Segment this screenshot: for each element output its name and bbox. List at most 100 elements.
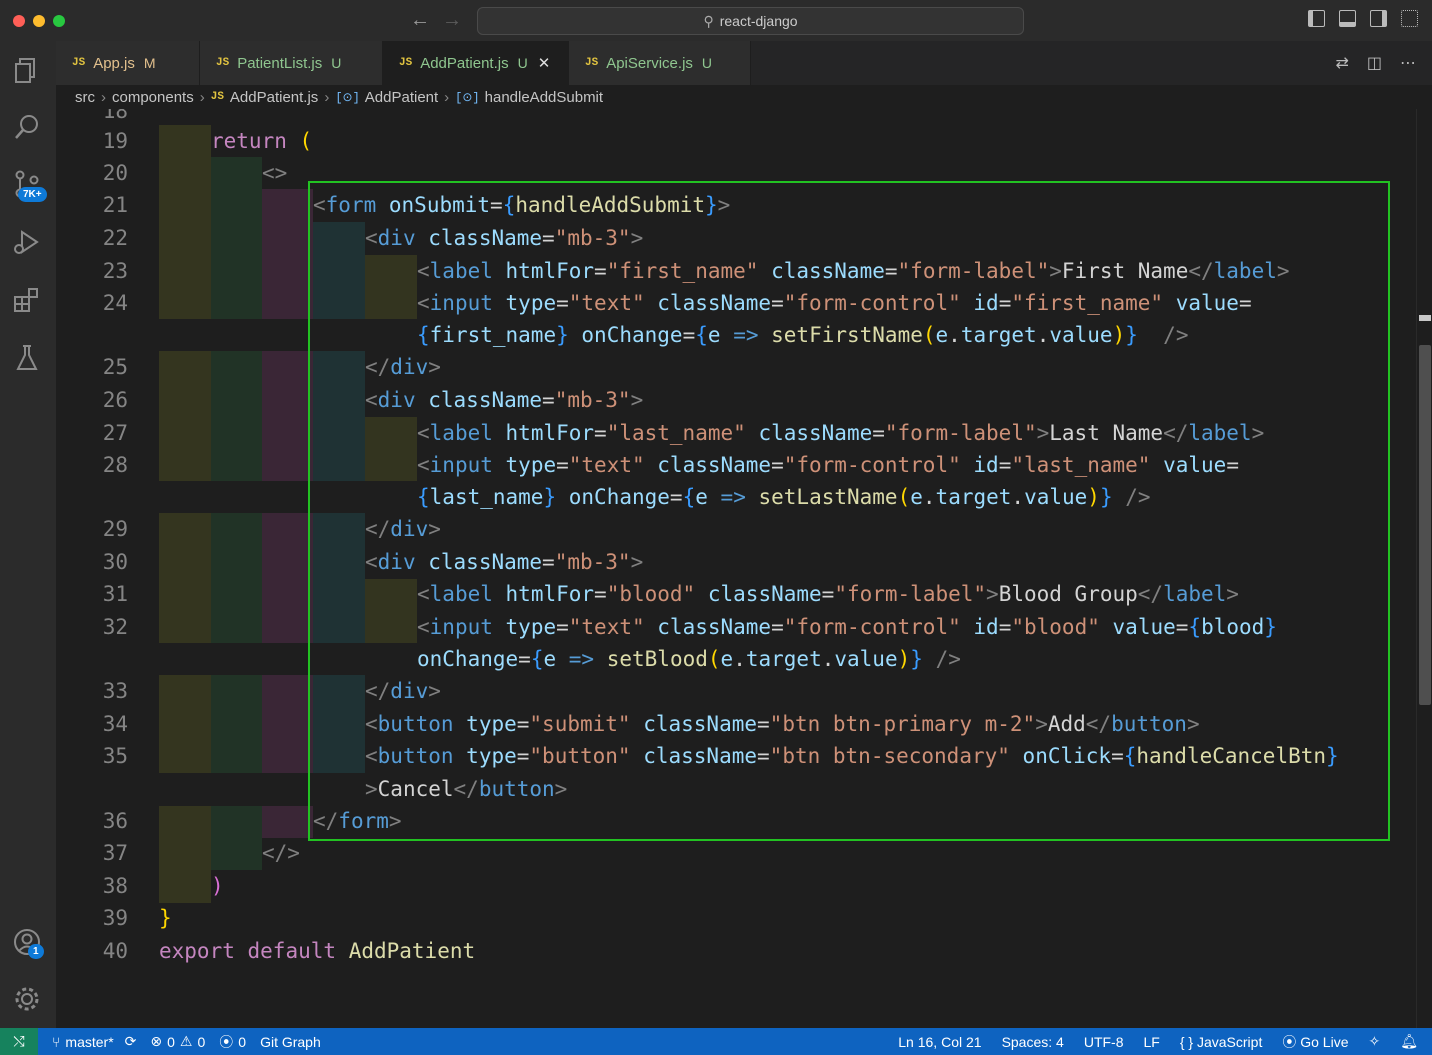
toggle-primary-sidebar-icon[interactable] <box>1308 10 1325 27</box>
chevron-right-icon: › <box>101 88 106 106</box>
tab-patientlist-js[interactable]: JS PatientList.js U <box>200 41 383 85</box>
git-graph-button[interactable]: Git Graph <box>260 1034 321 1050</box>
tab-untracked-flag: U <box>331 55 342 71</box>
line-number: 38 <box>102 874 128 898</box>
symbol-variable-icon: [⊙] <box>335 90 360 105</box>
line-number: 26 <box>102 388 128 412</box>
go-live-label: Go Live <box>1300 1033 1349 1050</box>
line-number: 25 <box>102 355 128 379</box>
indent-guide-band <box>262 189 313 838</box>
breadcrumb-item[interactable]: AddPatient <box>365 89 438 106</box>
indent-guide-band <box>211 157 262 870</box>
more-actions-icon[interactable]: ⋯ <box>1400 53 1416 73</box>
line-number: 34 <box>102 712 128 736</box>
tab-app-js[interactable]: JS App.js M <box>56 41 200 85</box>
vertical-scrollbar[interactable] <box>1416 109 1432 1028</box>
line-number: 27 <box>102 421 128 445</box>
copilot-icon[interactable]: ✧ <box>1368 1033 1380 1050</box>
compare-changes-icon[interactable]: ⇄ <box>1335 53 1348 73</box>
tab-apiservice-js[interactable]: JS ApiService.js U <box>569 41 751 85</box>
explorer-icon[interactable] <box>12 55 42 85</box>
editor-tabs: JS App.js M JS PatientList.js U JS AddPa… <box>56 41 1432 85</box>
line-number: 24 <box>102 291 128 315</box>
cursor-position[interactable]: Ln 16, Col 21 <box>898 1034 981 1050</box>
line-number: 20 <box>102 161 128 185</box>
git-branch-icon: ⑂ <box>52 1033 61 1050</box>
scrollbar-thumb[interactable] <box>1419 345 1431 705</box>
code-line: export default AddPatient <box>159 939 476 963</box>
line-number: 22 <box>102 226 128 250</box>
error-icon: ⊗ <box>150 1033 163 1049</box>
source-control-icon[interactable]: 7K+ <box>12 169 47 202</box>
split-editor-icon[interactable]: ◫ <box>1367 53 1382 73</box>
code-editor[interactable]: 18 19 20 21 22 23 24 25 26 27 28 29 30 31 32 33 34 35 36 3… <box>56 109 1416 1028</box>
minimize-window-button[interactable] <box>33 15 45 27</box>
problems-indicator[interactable]: ⊗ 0 ⚠ 0 <box>150 1033 205 1050</box>
back-arrow-icon[interactable]: ← <box>410 9 430 32</box>
tab-untracked-flag: U <box>517 55 528 71</box>
breadcrumb-item[interactable]: AddPatient.js <box>230 89 318 106</box>
javascript-file-icon: JS <box>585 57 599 69</box>
code-line: <> <box>262 161 288 185</box>
tab-label: PatientList.js <box>237 54 323 72</box>
forward-arrow-icon[interactable]: → <box>442 9 462 32</box>
status-right-group: Ln 16, Col 21 Spaces: 4 UTF-8 LF { } Jav… <box>898 1028 1418 1055</box>
warning-icon: ⚠ <box>179 1033 193 1049</box>
line-number <box>56 643 128 675</box>
tab-addpatient-js[interactable]: JS AddPatient.js U ✕ <box>383 41 569 85</box>
warning-count: 0 <box>197 1033 206 1050</box>
breadcrumb-item[interactable]: components <box>112 89 194 106</box>
line-number <box>56 773 128 805</box>
testing-icon[interactable] <box>12 343 42 373</box>
close-window-button[interactable] <box>13 15 25 27</box>
line-number: 21 <box>102 193 128 217</box>
run-debug-icon[interactable] <box>12 227 42 257</box>
toggle-panel-icon[interactable] <box>1339 10 1356 27</box>
javascript-file-icon: JS <box>210 91 224 103</box>
accounts-badge: 1 <box>28 944 44 959</box>
javascript-file-icon: JS <box>399 57 413 69</box>
customize-layout-icon[interactable] <box>1401 10 1418 27</box>
toggle-secondary-sidebar-icon[interactable] <box>1370 10 1387 27</box>
go-live-button[interactable]: ⦿ Go Live <box>1282 1032 1348 1052</box>
accounts-icon[interactable]: 1 <box>12 927 44 959</box>
tab-label: ApiService.js <box>606 54 693 72</box>
status-bar: ⤭ ⑂ master* ⟳ ⊗ 0 ⚠ 0 ⦿ 0 Git Graph Ln 1… <box>0 1028 1432 1055</box>
extensions-icon[interactable] <box>12 285 42 315</box>
breadcrumb-item[interactable]: handleAddSubmit <box>485 89 603 106</box>
maximize-window-button[interactable] <box>53 15 65 27</box>
layout-controls <box>1308 10 1418 27</box>
encoding-setting[interactable]: UTF-8 <box>1084 1034 1124 1050</box>
code-line: </> <box>262 841 300 865</box>
sync-icon: ⟳ <box>124 1033 137 1049</box>
chevron-right-icon: › <box>324 88 330 106</box>
language-mode[interactable]: { } JavaScript <box>1180 1034 1263 1050</box>
breadcrumb: src › components › JS AddPatient.js › [⊙… <box>56 85 1432 109</box>
chevron-right-icon: › <box>199 88 205 106</box>
git-graph-label: Git Graph <box>260 1033 321 1050</box>
branch-name: master* <box>65 1033 114 1050</box>
tab-label: AddPatient.js <box>420 54 509 72</box>
command-center-search[interactable]: ⚲ react-django <box>477 7 1024 35</box>
line-number: 37 <box>102 841 128 865</box>
remote-indicator-icon[interactable]: ⤭ <box>0 1028 38 1055</box>
activity-bar: 7K+ 1 <box>0 41 56 1028</box>
title-bar: ← → ⚲ react-django <box>0 0 1432 42</box>
line-number: 23 <box>102 259 128 283</box>
symbol-variable-icon: [⊙] <box>455 90 480 105</box>
notifications-bell-icon[interactable]: 🔔︎ <box>1400 1033 1418 1050</box>
end-of-line-setting[interactable]: LF <box>1144 1034 1160 1050</box>
broadcast-icon: ⦿ <box>219 1033 234 1050</box>
settings-gear-icon[interactable] <box>12 984 42 1014</box>
line-number: 28 <box>102 453 128 477</box>
branch-indicator[interactable]: ⑂ master* ⟳ <box>52 1033 136 1050</box>
line-number: 31 <box>102 582 128 606</box>
close-tab-icon[interactable]: ✕ <box>538 54 551 72</box>
ports-indicator[interactable]: ⦿ 0 <box>219 1032 246 1052</box>
indentation-setting[interactable]: Spaces: 4 <box>1002 1034 1064 1050</box>
line-number: 40 <box>102 939 128 963</box>
source-control-badge: 7K+ <box>18 187 47 202</box>
search-icon[interactable] <box>12 112 42 142</box>
line-number: 39 <box>102 906 128 930</box>
breadcrumb-item[interactable]: src <box>75 89 95 106</box>
